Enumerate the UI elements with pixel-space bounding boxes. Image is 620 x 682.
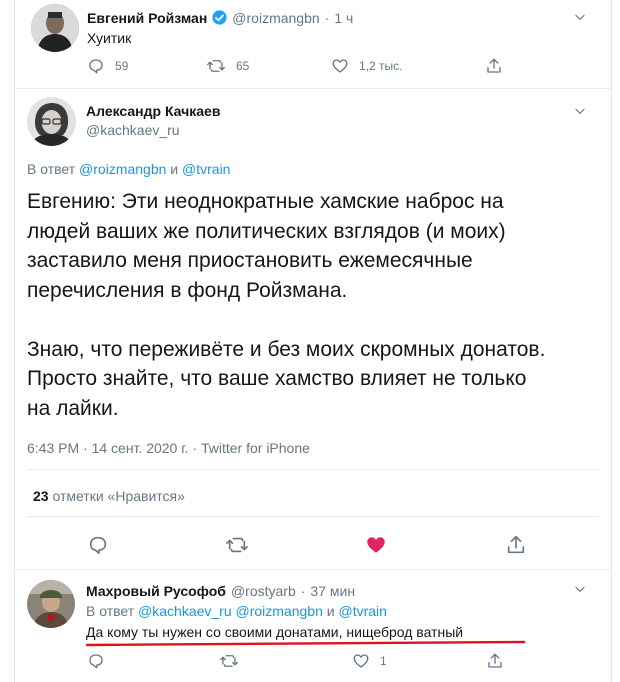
timestamp[interactable]: 6:43 PM · 14 сент. 2020 г. ·: [27, 440, 197, 456]
verified-badge-icon: [211, 9, 228, 26]
body-line: Знаю, что переживёте и без моих скромных…: [27, 337, 546, 361]
like-button-liked[interactable]: [365, 533, 387, 557]
heart-icon: [332, 59, 348, 73]
author-handle[interactable]: @rostyarb: [231, 583, 296, 599]
tweet-rostyarb[interactable]: Махровый Русофоб @rostyarb · 37 мин В от…: [15, 569, 611, 682]
chevron-down-icon[interactable]: [569, 578, 591, 600]
source-app[interactable]: Twitter for iPhone: [201, 440, 310, 456]
reply-button[interactable]: [87, 533, 109, 557]
body-line: перечисления в фонд Ройзмана.: [27, 278, 348, 302]
chevron-down-icon[interactable]: [569, 100, 591, 122]
mention-roizmangbn[interactable]: @roizmangbn: [236, 603, 323, 619]
retweet-icon: [226, 537, 248, 553]
mention-tvrain[interactable]: @tvrain: [182, 161, 230, 177]
retweet-icon: [220, 655, 238, 667]
tweet-body: Евгению: Эти неоднократные хамские набро…: [27, 187, 597, 423]
reply-button[interactable]: [87, 649, 105, 673]
share-icon: [488, 653, 502, 668]
author-handle[interactable]: @kachkaev_ru: [86, 122, 180, 138]
mention-roizmangbn[interactable]: @roizmangbn: [79, 161, 166, 177]
share-button[interactable]: [485, 54, 503, 78]
likes-summary[interactable]: 23 отметки «Нравится»: [33, 488, 185, 504]
retweet-button[interactable]: [219, 649, 239, 673]
avatar-kachkaev[interactable]: [27, 97, 76, 146]
reply-icon: [89, 59, 103, 74]
timeline-frame: Евгений Ройзман @roizmangbn · 1 ч Хуитик…: [14, 0, 612, 682]
tweet-text: Хуитик: [87, 30, 132, 46]
separator-dot: ·: [300, 583, 306, 599]
share-icon: [487, 58, 501, 73]
reply-count: 59: [115, 59, 129, 73]
tweet-time[interactable]: 1 ч: [334, 10, 353, 26]
tweet-text: Да кому ты нужен со своими донатами, нищ…: [86, 624, 464, 640]
like-count: 1,2 тыс.: [359, 59, 403, 73]
body-line: [27, 305, 597, 335]
reply-context: В ответ @roizmangbn и @tvrain: [27, 161, 231, 177]
red-underline-annotation: [86, 640, 526, 647]
reply-context: В ответ @kachkaev_ru @roizmangbn и @tvra…: [86, 603, 387, 619]
likes-count: 23: [33, 488, 49, 504]
author-handle[interactable]: @roizmangbn: [232, 10, 319, 26]
avatar-rostyarb[interactable]: [27, 580, 75, 628]
author-name[interactable]: Евгений Ройзман: [87, 10, 207, 26]
retweet-button[interactable]: 65: [206, 54, 249, 78]
body-line: людей ваших же политических взглядов (и …: [27, 219, 506, 243]
mention-kachkaev[interactable]: @kachkaev_ru: [138, 603, 232, 619]
tweet-time[interactable]: 37 мин: [310, 583, 355, 599]
like-button[interactable]: 1,2 тыс.: [331, 54, 402, 78]
mention-tvrain[interactable]: @tvrain: [339, 603, 387, 619]
tweet-kachkaev: Александр Качкаев @kachkaev_ru В ответ @…: [15, 88, 611, 568]
reply-icon: [89, 536, 107, 555]
heart-filled-icon: [367, 537, 385, 553]
share-button[interactable]: [505, 533, 527, 557]
reply-icon: [89, 654, 103, 669]
retweet-button[interactable]: [225, 533, 249, 557]
body-line: Евгению: Эти неоднократные хамские набро…: [27, 190, 504, 213]
author-name[interactable]: Махровый Русофоб: [86, 583, 226, 599]
like-button[interactable]: 1: [352, 649, 387, 673]
body-line: на лайки.: [27, 396, 119, 420]
avatar-roizman[interactable]: [31, 4, 79, 52]
divider: [27, 469, 599, 470]
body-line: Просто знайте, что ваше хамство влияет н…: [27, 367, 527, 390]
share-button[interactable]: [486, 649, 504, 673]
author-name[interactable]: Александр Качкаев: [86, 103, 220, 119]
reply-button[interactable]: 59: [87, 54, 128, 78]
tweet-timestamp-row: 6:43 PM · 14 сент. 2020 г. · Twitter for…: [27, 440, 310, 456]
like-count: 1: [380, 654, 387, 668]
likes-label: отметки «Нравится»: [52, 488, 185, 504]
retweet-icon: [207, 60, 225, 72]
tweet-roizman[interactable]: Евгений Ройзман @roizmangbn · 1 ч Хуитик…: [15, 0, 611, 88]
body-line: заставило меня приостановить ежемесячные: [27, 249, 473, 272]
separator-dot: ·: [324, 9, 330, 26]
chevron-down-icon[interactable]: [569, 6, 591, 28]
divider: [27, 516, 599, 517]
retweet-count: 65: [236, 59, 250, 73]
share-icon: [507, 535, 525, 554]
heart-icon: [353, 654, 369, 668]
